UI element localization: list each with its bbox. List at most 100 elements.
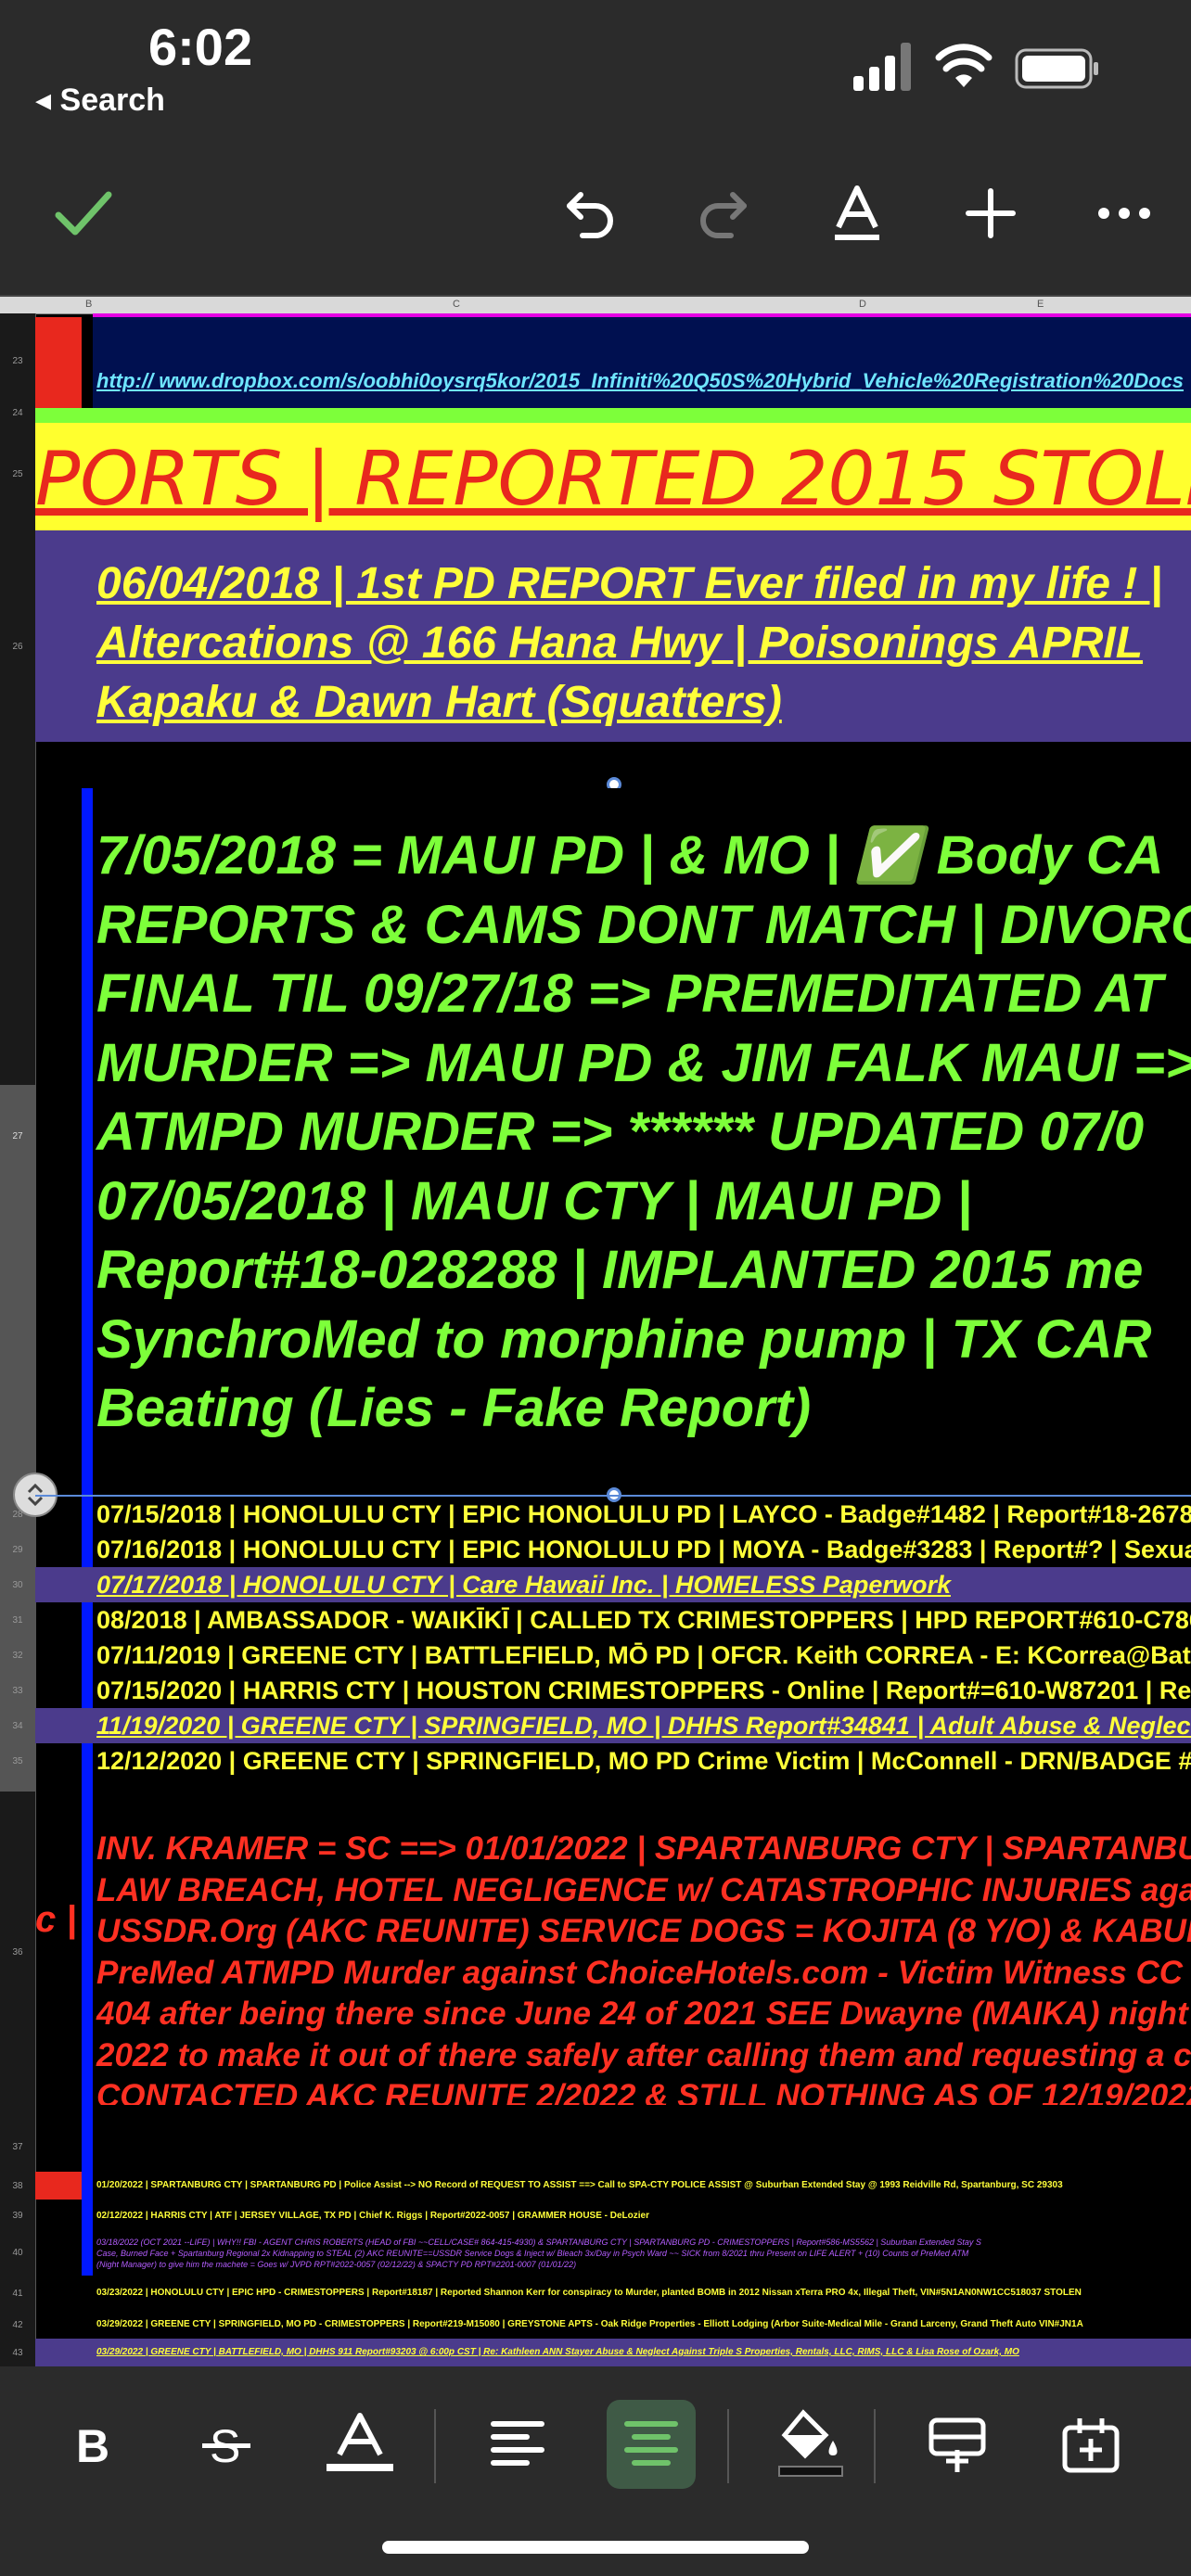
insert-row-icon	[928, 2417, 986, 2472]
row-33[interactable]: 07/15/2020 | HARRIS CTY | HOUSTON CRIMES…	[93, 1673, 1191, 1708]
text-format-button[interactable]	[811, 167, 903, 260]
undo-button[interactable]	[544, 167, 636, 260]
row-37[interactable]	[35, 2105, 1191, 2123]
row-number-29[interactable]: 29	[0, 1545, 35, 1555]
row-27-line-6: 07/05/2018 | MAUI CTY | MAUI PD |	[96, 1170, 972, 1231]
row-35[interactable]: 12/12/2020 | GREENE CTY | SPRINGFIELD, M…	[93, 1743, 1191, 1779]
row-number-35[interactable]: 35	[0, 1756, 35, 1766]
row-28[interactable]: 07/15/2018 | HONOLULU CTY | EPIC HONOLUL…	[93, 1497, 1191, 1532]
column-header-c[interactable]: C	[453, 299, 460, 310]
row-27-line-7: Report#18-028288 | IMPLANTED 2015 me	[96, 1240, 1144, 1300]
column-header-bar[interactable]: B C D E	[0, 297, 1191, 314]
row-number-31[interactable]: 31	[0, 1615, 35, 1626]
plus-icon	[966, 188, 1016, 238]
row-number-25[interactable]: 25	[0, 469, 35, 479]
row-number-43[interactable]: 43	[0, 2348, 35, 2358]
fill-color-icon	[778, 2409, 843, 2477]
row-27[interactable]: 7/05/2018 = MAUI PD | & MO | ✅ Body CA R…	[93, 788, 1191, 1495]
row-36-line-5: 404 after being there since June 24 of 2…	[96, 1996, 1188, 2032]
row-26[interactable]: 06/04/2018 | 1st PD REPORT Ever filed in…	[35, 530, 1191, 742]
align-center-button[interactable]	[607, 2400, 696, 2489]
insert-row-button[interactable]	[913, 2400, 1002, 2489]
row-number-26[interactable]: 26	[0, 642, 35, 652]
column-header-d[interactable]: D	[859, 299, 866, 310]
row-number-36[interactable]: 36	[0, 1947, 35, 1958]
row-27-line-4: MURDER => MAUI PD & JIM FALK MAUI =>	[96, 1032, 1191, 1093]
row-34[interactable]: 11/19/2020 | GREENE CTY | SPRINGFIELD, M…	[35, 1708, 1191, 1743]
align-center-icon	[624, 2421, 678, 2466]
row-number-24[interactable]: 24	[0, 408, 35, 418]
row-34-text: 11/19/2020 | GREENE CTY | SPRINGFIELD, M…	[96, 1712, 1191, 1740]
row-number-33[interactable]: 33	[0, 1686, 35, 1696]
row-40-line-3: (Night Manager) to give him the machete …	[96, 2260, 577, 2269]
align-left-button[interactable]	[473, 2400, 562, 2489]
row-31-text: 08/2018 | AMBASSADOR - WAIKĪKĪ | CALLED …	[96, 1606, 1191, 1634]
row-36-line-3: USSDR.Org (AKC REUNITE) SERVICE DOGS = K…	[96, 1913, 1191, 1949]
row-number-37[interactable]: 37	[0, 2142, 35, 2152]
row-43-text: 03/29/2022 | GREENE CTY | BATTLEFIELD, M…	[96, 2347, 1019, 2357]
back-to-search-link[interactable]: ◂ Search	[35, 82, 165, 119]
row-number-23[interactable]: 23	[0, 356, 35, 366]
redo-icon	[700, 192, 747, 238]
red-cell-23	[35, 317, 82, 408]
row-25[interactable]: PORTS | REPORTED 2015 STOLEN Q50	[35, 423, 1191, 530]
row-40-line-2: Case, Burned Face + Spartanburg Regional…	[96, 2249, 969, 2258]
row-number-39[interactable]: 39	[0, 2211, 35, 2221]
row-number-30[interactable]: 30	[0, 1580, 35, 1590]
row-29[interactable]: 07/16/2018 | HONOLULU CTY | EPIC HONOLUL…	[93, 1532, 1191, 1567]
row-number-27[interactable]: 27	[0, 1131, 35, 1141]
row-43[interactable]: 03/29/2022 | GREENE CTY | BATTLEFIELD, M…	[35, 2339, 1191, 2366]
more-button[interactable]	[1078, 167, 1171, 260]
row-number-40[interactable]: 40	[0, 2248, 35, 2258]
insert-column-button[interactable]	[1046, 2400, 1135, 2489]
row-30[interactable]: 07/17/2018 | HONOLULU CTY | Care Hawaii …	[35, 1567, 1191, 1602]
row-26-line-2: Altercations @ 166 Hana Hwy | Poisonings…	[96, 618, 1144, 668]
red-cell-38	[35, 2172, 82, 2200]
row-35-text: 12/12/2020 | GREENE CTY | SPRINGFIELD, M…	[96, 1747, 1191, 1775]
format-separator-2	[727, 2409, 729, 2483]
row-36-line-7: CONTACTED AKC REUNITE 2/2022 & STILL NOT…	[96, 2078, 1191, 2105]
undo-icon	[567, 192, 613, 238]
format-separator-1	[434, 2409, 436, 2483]
row-36-line-2: LAW BREACH, HOTEL NEGLIGENCE w/ CATASTRO…	[96, 1871, 1191, 1908]
row-39[interactable]: 02/12/2022 | HARRIS CTY | ATF | JERSEY V…	[93, 2200, 1191, 2233]
row-24[interactable]	[35, 408, 1191, 423]
row-27-line-9: Beating (Lies - Fake Report)	[96, 1378, 812, 1438]
row-40[interactable]: 03/18/2022 (OCT 2021 --LIFE) | WHY!! FBI…	[93, 2233, 1191, 2276]
strikethrough-button[interactable]: S	[182, 2400, 271, 2489]
row-42[interactable]: 03/29/2022 | GREENE CTY | SPRINGFIELD, M…	[93, 2311, 1191, 2339]
row-36-line-4: PreMed ATMPD Murder against ChoiceHotels…	[96, 1954, 1184, 1991]
row-number-41[interactable]: 41	[0, 2289, 35, 2299]
row-26-line-3: Kapaku & Dawn Hart (Squatters)	[96, 678, 782, 727]
row-29-text: 07/16/2018 | HONOLULU CTY | EPIC HONOLUL…	[96, 1536, 1191, 1563]
row-number-32[interactable]: 32	[0, 1651, 35, 1661]
row-32[interactable]: 07/11/2019 | GREENE CTY | BATTLEFIELD, M…	[93, 1638, 1191, 1673]
column-header-b[interactable]: B	[85, 299, 92, 310]
bold-button[interactable]: B	[48, 2400, 137, 2489]
row-23[interactable]: http:// www.dropbox.com/s/oobhi0oysrq5ko…	[93, 317, 1191, 408]
row-number-28[interactable]: 28	[0, 1510, 35, 1520]
row-38[interactable]: 01/20/2022 | SPARTANBURG CTY | SPARTANBU…	[93, 2172, 1191, 2200]
fill-color-button[interactable]	[766, 2400, 855, 2489]
row-27-line-1: 7/05/2018 = MAUI PD | & MO | ✅ Body CA	[96, 825, 1164, 886]
row-36[interactable]: c | INV. KRAMER = SC ==> 01/01/2022 | SP…	[35, 1779, 1191, 2105]
row-27-line-2: REPORTS & CAMS DONT MATCH | DIVORC	[96, 894, 1191, 955]
row-31[interactable]: 08/2018 | AMBASSADOR - WAIKĪKĪ | CALLED …	[93, 1602, 1191, 1638]
column-header-e[interactable]: E	[1037, 299, 1044, 310]
row-number-42[interactable]: 42	[0, 2320, 35, 2330]
row-number-34[interactable]: 34	[0, 1721, 35, 1731]
row-41-text: 03/23/2022 | HONOLULU CTY | EPIC HPD - C…	[96, 2288, 1082, 2298]
row-36-line-1: INV. KRAMER = SC ==> 01/01/2022 | SPARTA…	[96, 1830, 1191, 1867]
home-indicator[interactable]	[382, 2541, 809, 2554]
insert-button[interactable]	[944, 167, 1037, 260]
row-header-gutter[interactable]	[0, 313, 36, 2366]
redo-button[interactable]	[677, 167, 770, 260]
done-button[interactable]	[37, 167, 130, 260]
row-41[interactable]: 03/23/2022 | HONOLULU CTY | EPIC HPD - C…	[93, 2276, 1191, 2311]
row-23-link[interactable]: http:// www.dropbox.com/s/oobhi0oysrq5ko…	[96, 369, 1184, 393]
text-color-button[interactable]	[315, 2400, 404, 2489]
row-36-side-text: c |	[35, 1899, 77, 1940]
row-number-38[interactable]: 38	[0, 2181, 35, 2191]
row-28-text: 07/15/2018 | HONOLULU CTY | EPIC HONOLUL…	[96, 1500, 1191, 1528]
spreadsheet-grid[interactable]: B C D E http:// www.dropbox.com/s/oobhi0…	[0, 297, 1191, 2366]
